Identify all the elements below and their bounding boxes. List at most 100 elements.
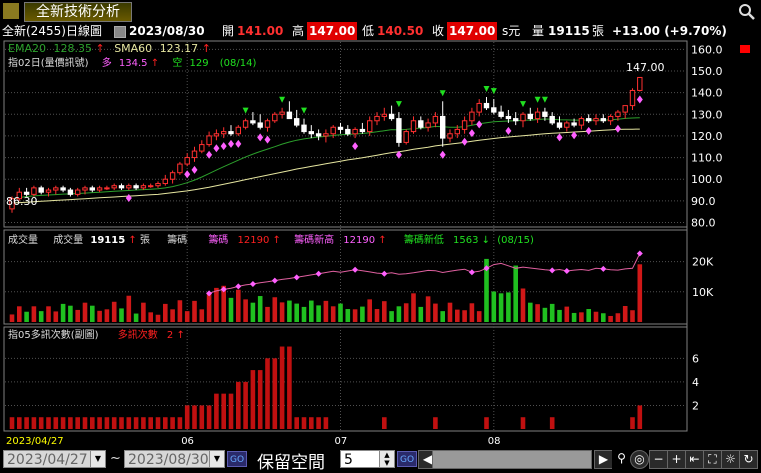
volume-bar [53, 311, 59, 322]
count-bar [630, 417, 635, 429]
app-icon [3, 3, 19, 19]
candle-body [257, 122, 263, 128]
count-bar [228, 393, 234, 429]
bottom-toolbar: 2023/04/27 ▼ ~ 2023/08/30 ▼ GO 保留空間 5 ▲ ▼… [0, 448, 761, 473]
volume-bar [104, 309, 110, 322]
count-value: 2 [167, 330, 173, 341]
count-tick-label: 2 [692, 399, 699, 412]
candle-body [38, 187, 44, 193]
title-bar: 全新技術分析 [0, 0, 761, 22]
candle-body [593, 118, 599, 122]
volume-bar [542, 307, 548, 322]
volume-bar [294, 303, 299, 322]
chart-scrollbar[interactable] [432, 450, 592, 469]
chip-low-value: 1563 [453, 235, 478, 246]
start-date-input[interactable]: 2023/04/27 ▼ [3, 450, 106, 468]
volume-bar [279, 302, 285, 322]
candle-body [31, 187, 37, 195]
price-grid [5, 48, 686, 224]
volume-bar [68, 305, 73, 322]
reserve-space-input[interactable]: 5 ▲ ▼ [340, 450, 395, 468]
volume-bar [272, 297, 278, 322]
volume-bar [476, 311, 482, 322]
zoom-fit-icon[interactable]: ◎ [630, 450, 649, 469]
short-signal-marker [279, 96, 286, 103]
zoom-in-icon[interactable]: + [667, 450, 686, 469]
start-date-dropdown-icon[interactable]: ▼ [90, 451, 105, 467]
candle-body [578, 118, 585, 126]
volume-bar [549, 303, 555, 322]
count-bar [111, 417, 117, 429]
app-title: 全新技術分析 [24, 2, 132, 22]
candle-body [527, 113, 533, 120]
chip-high-arrow: ↑ [378, 235, 386, 246]
volume-bar [265, 306, 270, 322]
reserve-go-button[interactable]: GO [397, 451, 417, 467]
signal-markers [125, 85, 643, 203]
technical-chart[interactable]: 80.0 90.0 100.0 110.0 120.0 130.0 140.0 150.0 16… [0, 40, 761, 448]
short-signal-marker [395, 101, 402, 108]
volume-title: 成交量 [8, 233, 38, 246]
candle-body [476, 102, 482, 113]
candle-body [184, 157, 190, 165]
count-bar [549, 417, 555, 429]
scroll-right-icon[interactable]: ▶ [594, 450, 613, 469]
reserve-space-stepper-icon[interactable]: ▲ ▼ [379, 451, 394, 467]
end-date-dropdown-icon[interactable]: ▼ [209, 451, 224, 467]
fullscreen-icon[interactable]: ⛶ [703, 450, 722, 469]
count-bar [484, 417, 489, 429]
reset-icon[interactable]: ↻ [739, 450, 758, 469]
count-bar [184, 405, 190, 429]
volume-bar [630, 310, 635, 322]
volume-label: 量 [532, 24, 545, 38]
candle-body [315, 133, 322, 137]
volume-bar [513, 265, 518, 322]
candle-body [155, 183, 161, 187]
long-signal-marker [585, 126, 592, 135]
volume-bar [338, 303, 343, 322]
candle-body [228, 131, 234, 135]
count-bar [206, 405, 212, 429]
volume-bar [491, 291, 497, 322]
period-dropdown-icon[interactable] [114, 26, 126, 38]
volume-bar [535, 304, 540, 322]
volume-bar [579, 312, 584, 322]
volume-bar [411, 293, 416, 322]
count-bar [141, 417, 146, 429]
count-bar [53, 417, 59, 429]
search-icon[interactable]: ⚲ [612, 450, 631, 469]
pan-left-icon[interactable]: ⇤ [685, 450, 704, 469]
date-go-button[interactable]: GO [227, 451, 247, 467]
chip-high-marker [563, 267, 570, 274]
volume-bar [38, 311, 44, 322]
candle-body [586, 118, 592, 122]
chip-high-marker [315, 270, 322, 277]
short-signal-marker [439, 90, 446, 97]
volume-bar [389, 311, 394, 322]
count-panel-frame [3, 326, 688, 432]
candle-body [264, 120, 271, 128]
volume-bar [601, 313, 606, 322]
chip-high-marker [468, 269, 475, 276]
end-date-input[interactable]: 2023/08/30 ▼ [124, 450, 225, 468]
reserve-space-value: 5 [344, 452, 353, 468]
scroll-thumb[interactable] [740, 45, 750, 53]
volume-bar [396, 306, 402, 322]
settings-icon[interactable]: ☼ [721, 450, 740, 469]
date-tick-label: 08 [488, 436, 501, 447]
candle-body [53, 187, 59, 191]
candle-body [491, 107, 497, 113]
candle-body [45, 189, 52, 193]
open-value: 141.00 [237, 24, 284, 38]
zoom-search-icon[interactable] [738, 3, 756, 20]
short-signal-marker [520, 101, 526, 108]
zoom-out-icon[interactable]: − [649, 450, 668, 469]
volume-bar [323, 300, 329, 322]
count-bar [60, 417, 66, 429]
count-bar [177, 417, 183, 429]
long-value: 134.5 [119, 58, 148, 69]
candle-body [440, 115, 446, 139]
candle-body [337, 126, 344, 130]
long-signal-marker [614, 124, 621, 133]
candle-body [556, 122, 563, 128]
